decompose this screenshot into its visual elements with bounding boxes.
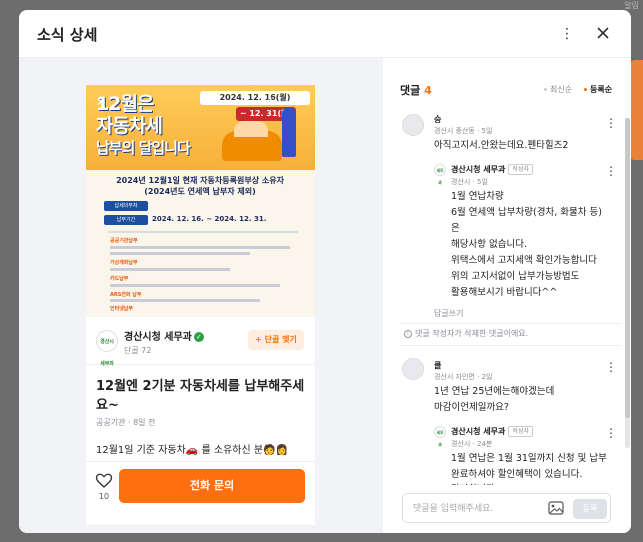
reply-meta: 경산시 · 24분 <box>451 440 493 448</box>
divider <box>400 323 620 324</box>
divider <box>400 345 620 346</box>
comments-pane: 댓글 4 최신순 등록순 승 경산시 중산동 · 5일 아직고지서.안왔는데요.… <box>383 58 631 533</box>
comment-more-icon[interactable]: ⋮ <box>605 360 617 374</box>
poster-tag: ARS전화 납부 <box>110 292 142 298</box>
profile-row[interactable]: 경산시 세무과 경산시청 세무과 ✓ 단골 72 + 단골 맺기 <box>86 317 315 367</box>
post-detail-modal: 소식 상세 ⋮ 12월은 자동차세 납부의 달입니다 2024. 12. 16(… <box>19 10 631 533</box>
poster-tag: 인터넷납부 <box>110 306 134 312</box>
comments-header: 댓글 4 <box>400 84 432 97</box>
reply-line: 1월 연납은 1월 31일까지 신청 및 납부 <box>451 453 607 464</box>
avatar[interactable] <box>402 358 424 380</box>
comment-author[interactable]: 클 <box>434 360 441 371</box>
person-illustration <box>282 107 296 157</box>
reply-line: 1월 연납차량 <box>451 191 504 202</box>
reply-author[interactable]: 경산시청 세무과 작성자 <box>451 426 533 437</box>
comment-input[interactable] <box>413 501 543 517</box>
poster-text-line <box>110 284 280 287</box>
image-icon[interactable] <box>548 501 564 515</box>
post-pane: 12월은 자동차세 납부의 달입니다 2024. 12. 16(월) ~ 12.… <box>19 58 383 533</box>
post-title: 12월엔 2기분 자동차세를 납부해주세요~ <box>96 379 305 413</box>
submit-button[interactable]: 등록 <box>573 499 607 519</box>
reply-line: 완료하셔야 할인혜택이 있습니다. <box>451 469 583 480</box>
comment-more-icon[interactable]: ⋮ <box>605 116 617 130</box>
avatar[interactable]: 세무과 <box>434 164 446 185</box>
poster-label-target: 납세의무자 <box>104 201 148 211</box>
more-vertical-icon[interactable]: ⋮ <box>560 24 574 44</box>
comment-author[interactable]: 승 <box>434 114 441 125</box>
avatar[interactable]: 세무과 <box>434 426 446 447</box>
post-body: 12월1일 기준 자동차🚗 를 소유하신 분🧑👩 <box>96 445 288 456</box>
poster-tag: 공공기관납부 <box>110 238 138 244</box>
poster-text-line <box>110 299 260 302</box>
sort-latest-option[interactable]: 최신순 <box>544 84 572 95</box>
poster-period: 2024. 12. 16. ~ 2024. 12. 31. <box>152 215 267 223</box>
reply-meta: 경산시 · 5일 <box>451 178 488 186</box>
comment-meta: 경산시 자인면 · 2일 <box>434 373 493 381</box>
deleted-comment-notice: i 댓글 작성자가 삭제한 댓글이에요. <box>404 328 528 339</box>
info-icon: i <box>404 329 412 338</box>
reply-line: 해당사항 없습니다. <box>451 239 527 250</box>
post-footer: 10 전화 문의 <box>86 461 315 525</box>
avatar: 경산시 세무과 <box>96 330 118 367</box>
reply-line: 위택스에서 고지세액 확인가능합니다 <box>451 255 597 266</box>
reply-author[interactable]: 경산시청 세무과 작성자 <box>451 164 533 175</box>
reply-line: 6월 연세액 납부차량(경차, 화물차 등) <box>451 207 602 218</box>
call-button[interactable]: 전화 문의 <box>119 469 305 503</box>
modal-title: 소식 상세 <box>37 26 98 44</box>
poster-tag: 카드납부 <box>110 276 129 282</box>
modal-header: 소식 상세 ⋮ <box>19 10 631 58</box>
reply-write-link[interactable]: 답글쓰기 <box>434 308 463 319</box>
comment-meta: 경산시 중산동 · 5일 <box>434 127 493 135</box>
share-icon[interactable]: ⤤ <box>266 95 272 106</box>
poster-text-line <box>110 268 230 271</box>
comment-input-box: 등록 <box>402 493 611 523</box>
reply-line: 위의 고지서없이 납부가능방법도 <box>451 271 580 282</box>
reply-more-icon[interactable]: ⋮ <box>605 426 617 440</box>
reply-line: 은 <box>451 223 460 234</box>
background-orange-edge <box>629 60 643 160</box>
avatar[interactable] <box>402 114 424 136</box>
comment-text: 1년 연납 25년에는해야겠는데 <box>434 386 555 397</box>
author-badge: 작성자 <box>508 426 533 437</box>
sort-registered-option[interactable]: 등록순 <box>584 84 612 95</box>
car-illustration <box>222 121 282 161</box>
profile-name: 경산시청 세무과 ✓ <box>124 328 204 343</box>
post-image[interactable]: 12월은 자동차세 납부의 달입니다 2024. 12. 16(월) ~ 12.… <box>86 85 315 317</box>
post-card: 12월은 자동차세 납부의 달입니다 2024. 12. 16(월) ~ 12.… <box>86 85 315 525</box>
comment-text: 아직고지서.안왔는데요.펜타힐즈2 <box>434 140 569 151</box>
verified-icon: ✓ <box>193 332 204 342</box>
poster-tag: 가상계좌납부 <box>110 260 138 266</box>
like-count: 10 <box>98 492 110 501</box>
poster-text-line <box>110 246 290 249</box>
image-close-icon[interactable]: ✕ <box>96 95 106 109</box>
author-badge: 작성자 <box>508 164 533 175</box>
poster-text-line <box>110 252 250 255</box>
post-meta: 공공기관 · 8일 전 <box>96 418 156 427</box>
profile-regulars: 단골 72 <box>124 346 152 355</box>
poster-headline: 12월은 자동차세 납부의 달입니다 <box>96 93 191 157</box>
follow-button[interactable]: + 단골 맺기 <box>248 330 304 350</box>
heart-icon[interactable] <box>95 472 113 490</box>
comment-input-area: 등록 <box>383 485 631 533</box>
comment-text: 마감이언제일까요? <box>434 402 509 413</box>
image-more-icon[interactable]: ⋮ <box>292 95 303 108</box>
scrollbar-thumb[interactable] <box>625 118 630 418</box>
poster-heading: 2024년 12월1일 현재 자동차등록원부상 소유자 (2024년도 연세액 … <box>116 176 284 196</box>
poster-divider <box>108 231 298 233</box>
poster-label-period: 납부기간 <box>104 215 148 225</box>
reply-line: 활용해보시기 바랍니다^^ <box>451 287 558 298</box>
close-icon[interactable] <box>593 23 613 43</box>
reply-more-icon[interactable]: ⋮ <box>605 164 617 178</box>
